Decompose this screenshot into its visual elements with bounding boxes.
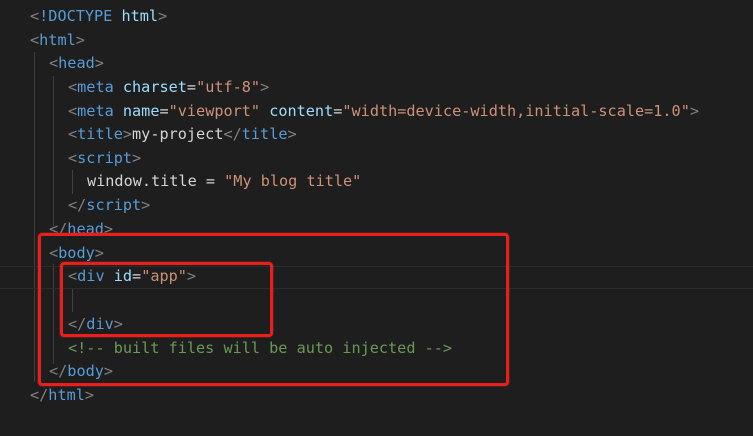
attribute-value: "width=device-width,initial-scale=1.0": [342, 102, 690, 120]
bracket: >: [158, 7, 168, 25]
div-highlight-box: [60, 262, 273, 337]
bracket: >: [122, 125, 133, 143]
bracket: >: [689, 102, 700, 120]
doctype-name: html: [121, 7, 159, 25]
bracket: >: [94, 54, 104, 72]
tag-name: title: [241, 125, 288, 143]
indent-guide: [53, 76, 54, 226]
tag-name: title: [77, 125, 123, 143]
tag-name: meta: [77, 78, 114, 96]
tag-name: html: [39, 31, 76, 49]
indent-guide: [72, 170, 73, 194]
attribute-value: "utf-8": [196, 78, 261, 96]
bracket: >: [141, 196, 151, 214]
code-line-head-open[interactable]: <head>: [49, 52, 104, 76]
code-line-script-open[interactable]: <script>: [68, 147, 141, 171]
code-line-doctype[interactable]: <!DOCTYPE html>: [30, 5, 167, 29]
attribute-name: name: [122, 102, 160, 120]
tag-name: meta: [77, 102, 114, 120]
code-editor[interactable]: <!DOCTYPE html> <html> <head> <meta char…: [0, 0, 753, 436]
title-text: my-project: [132, 125, 224, 143]
tag-name: script: [77, 149, 133, 167]
bracket: >: [287, 125, 297, 143]
code-line-meta-viewport[interactable]: <meta name="viewport" content="width=dev…: [68, 100, 699, 124]
indent-guide: [34, 52, 35, 382]
bracket: <: [49, 54, 59, 72]
bracket: <: [68, 102, 78, 120]
bracket: <: [68, 149, 78, 167]
code-line-html-open[interactable]: <html>: [30, 29, 85, 53]
bracket: <: [30, 31, 40, 49]
tag-name: html: [48, 386, 85, 404]
bracket: </: [223, 125, 242, 143]
bracket: <: [30, 7, 40, 25]
bracket: >: [84, 386, 95, 404]
bracket: >: [132, 149, 142, 167]
code-line-script-close[interactable]: </script>: [68, 194, 150, 218]
equals: =: [186, 78, 197, 96]
attribute-name: charset: [122, 78, 187, 96]
code-line-title[interactable]: <title>my-project</title>: [68, 123, 297, 147]
code-line-meta-charset[interactable]: <meta charset="utf-8">: [68, 76, 269, 100]
attribute-name: content: [269, 102, 334, 120]
tag-name: head: [58, 54, 95, 72]
bracket: </: [68, 196, 87, 214]
code-line-html-close[interactable]: </html>: [30, 384, 94, 408]
equals: =: [159, 102, 169, 120]
tag-name: script: [86, 196, 142, 214]
script-code: window.title =: [87, 172, 225, 190]
code-line-script-body[interactable]: window.title = "My blog title": [87, 170, 361, 194]
attribute-value: "viewport": [168, 102, 261, 120]
doctype-keyword: !DOCTYPE: [39, 7, 113, 25]
bracket: >: [75, 31, 85, 49]
string-literal: "My blog title": [224, 172, 362, 190]
bracket: <: [68, 78, 78, 96]
bracket: >: [260, 78, 270, 96]
bracket: <: [68, 125, 78, 143]
bracket: </: [30, 386, 49, 404]
